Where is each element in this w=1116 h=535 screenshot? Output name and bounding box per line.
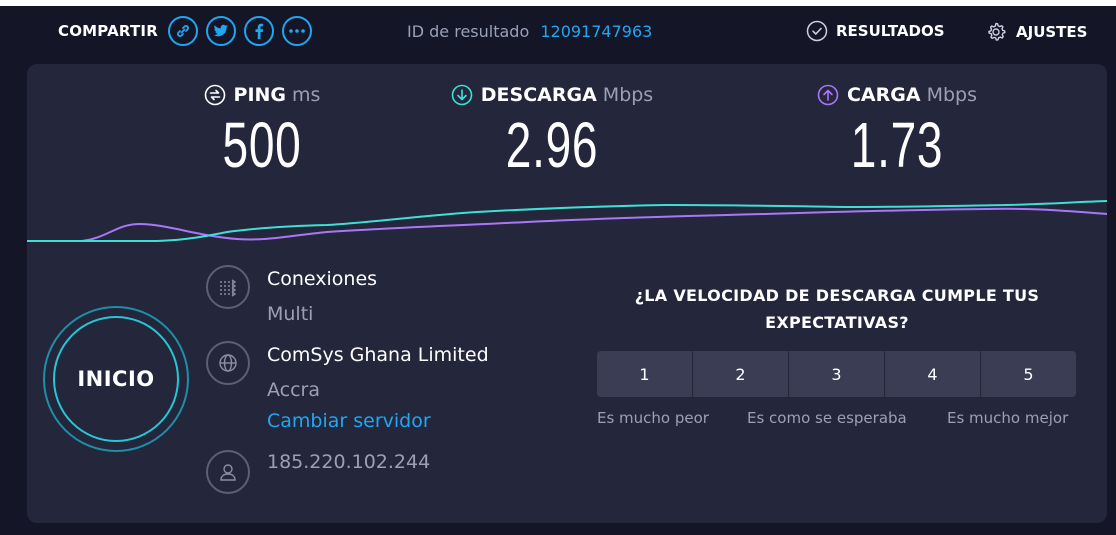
settings-label: AJUSTES (1016, 23, 1088, 41)
change-server-link[interactable]: Cambiar servidor (267, 410, 431, 432)
upload-label: CARGA (846, 84, 921, 106)
ping-label: PING (233, 84, 287, 106)
rating-option-3[interactable]: 3 (789, 351, 884, 397)
server-name: ComSys Ghana Limited (267, 344, 489, 366)
link-icon[interactable] (167, 16, 198, 46)
connections-title: Conexiones (267, 268, 378, 290)
download-unit: Mbps (602, 84, 654, 106)
speed-graph (27, 200, 1107, 242)
rating-high-label: Es mucho mejor (947, 409, 1069, 427)
twitter-icon[interactable] (205, 16, 236, 46)
share-label: COMPARTIR (58, 22, 158, 40)
rating-option-1[interactable]: 1 (597, 351, 692, 397)
results-button[interactable]: RESULTADOS (806, 20, 945, 42)
results-card: PING ms 500 DESCARGA Mbps 2.96 CARGA Mbp… (27, 64, 1107, 523)
share-bar: COMPARTIR (58, 16, 320, 46)
start-button[interactable]: INICIO (53, 316, 179, 442)
ping-value: 500 (222, 109, 302, 181)
upload-unit: Mbps (926, 84, 977, 106)
download-metric: DESCARGA Mbps 2.96 (437, 84, 667, 182)
result-id: ID de resultado 12091747963 (407, 22, 652, 41)
rating-scale: 1 2 3 4 5 (597, 351, 1076, 397)
connections-value: Multi (267, 303, 314, 325)
top-bar: COMPARTIR ID de resultado 12091747963 RE… (0, 6, 1116, 58)
rating-option-4[interactable]: 4 (885, 351, 980, 397)
ping-metric: PING ms 500 (177, 84, 347, 182)
gear-icon (988, 22, 1006, 41)
client-ip: 185.220.102.244 (267, 451, 431, 473)
rating-option-2[interactable]: 2 (693, 351, 788, 397)
ping-unit: ms (292, 84, 321, 106)
upload-icon (817, 84, 839, 106)
download-icon (451, 84, 473, 106)
result-id-label: ID de resultado (407, 22, 530, 41)
result-id-link[interactable]: 12091747963 (540, 22, 652, 41)
check-circle-icon (806, 20, 828, 42)
survey-question: ¿LA VELOCIDAD DE DESCARGA CUMPLE TUS EXP… (634, 286, 1040, 332)
ping-icon (204, 84, 225, 106)
rating-option-5[interactable]: 5 (981, 351, 1076, 397)
results-label: RESULTADOS (836, 22, 945, 40)
start-button-ring: INICIO (43, 306, 189, 452)
rating-mid-label: Es como se esperaba (747, 409, 907, 427)
download-label: DESCARGA (480, 84, 597, 106)
more-icon[interactable] (281, 16, 312, 46)
connections-icon (206, 265, 250, 309)
rating-low-label: Es mucho peor (597, 409, 709, 427)
upload-value: 1.73 (850, 109, 944, 181)
upload-graph-line (27, 207, 1107, 242)
download-value: 2.96 (505, 109, 599, 181)
facebook-icon[interactable] (243, 16, 274, 46)
settings-button[interactable]: AJUSTES (984, 20, 1087, 44)
user-icon (206, 450, 250, 494)
upload-metric: CARGA Mbps 1.73 (797, 84, 997, 182)
globe-icon (206, 341, 250, 385)
server-city: Accra (267, 379, 321, 401)
